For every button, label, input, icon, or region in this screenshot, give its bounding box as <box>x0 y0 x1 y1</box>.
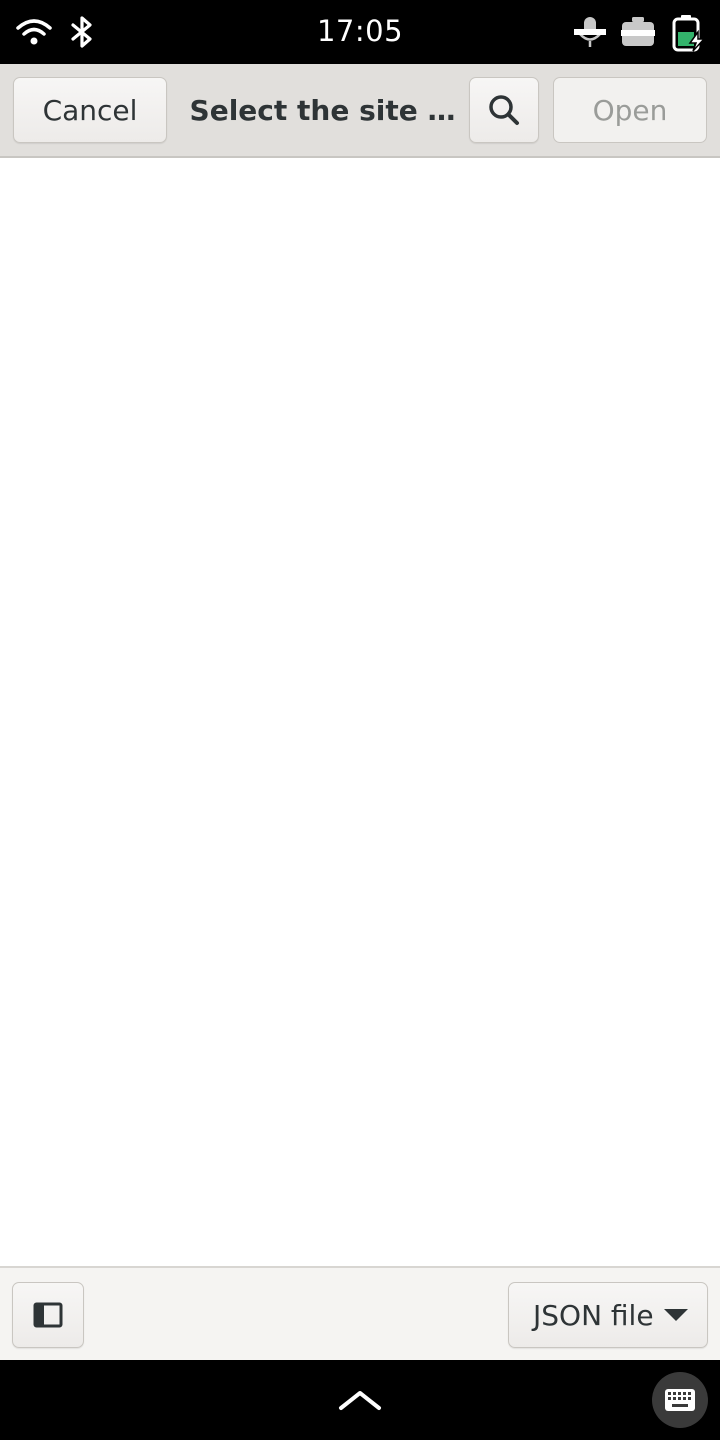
battery-charging-icon <box>668 12 708 52</box>
navigation-bar <box>0 1360 720 1440</box>
status-bar: 17:05 <box>0 0 720 64</box>
keyboard-toggle-button[interactable] <box>652 1372 708 1428</box>
search-icon <box>486 92 522 128</box>
sidebar-toggle-icon <box>33 1302 63 1328</box>
clock: 17:05 <box>316 14 404 48</box>
dialog-header: Cancel Select the site … Open <box>0 64 720 158</box>
file-type-filter-label: JSON file <box>533 1298 654 1332</box>
file-list-area[interactable] <box>0 158 720 1266</box>
chevron-up-icon[interactable] <box>336 1380 384 1420</box>
microphone-muted-icon <box>570 12 610 52</box>
cancel-button[interactable]: Cancel <box>13 77 167 143</box>
search-button[interactable] <box>469 77 539 143</box>
sidebar-toggle-button[interactable] <box>12 1282 84 1348</box>
dialog-footer: JSON file <box>0 1266 720 1360</box>
dialog-title: Select the site … <box>189 93 456 127</box>
caret-down-icon <box>663 1308 688 1322</box>
keyboard-icon <box>664 1388 696 1412</box>
open-button[interactable]: Open <box>553 77 707 143</box>
camera-off-icon <box>618 12 658 52</box>
file-type-filter-dropdown[interactable]: JSON file <box>508 1282 708 1348</box>
